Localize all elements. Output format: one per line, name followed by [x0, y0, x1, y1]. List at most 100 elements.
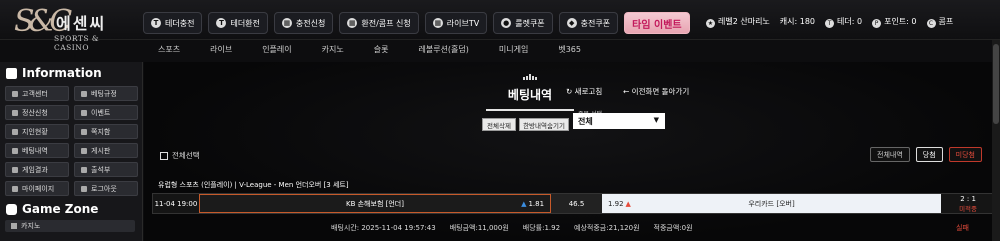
refresh-button[interactable]: ↻ 새로고침: [566, 86, 602, 97]
roulette-coupon-label: 룰렛쿠폰: [515, 18, 545, 28]
tether-icon: T: [216, 18, 227, 28]
tether-withdraw-button[interactable]: T 테더환전: [208, 12, 268, 34]
game-zone-heading: Game Zone: [0, 198, 142, 220]
page-title: 베팅내역: [507, 88, 553, 102]
point-icon: P: [872, 19, 882, 28]
deposit-coupon-button[interactable]: ◆ 충전쿠폰: [558, 12, 619, 34]
line-cell: 46.5: [551, 194, 602, 213]
sidebar-item-logout[interactable]: 로그아웃: [74, 181, 138, 196]
home-odds: ▲ 1.81: [521, 199, 545, 208]
sidebar-item-messages[interactable]: 쪽지함: [74, 124, 138, 139]
roulette-icon: ●: [501, 18, 512, 28]
sidebar-item-support[interactable]: 고객센터: [5, 86, 69, 101]
sidebar: Information 고객센터 베팅규정 정산신청 이벤트 지인현황 쪽지함 …: [0, 62, 143, 241]
select-all-label: 전체선택: [172, 151, 200, 160]
arrow-up-icon: ▲: [625, 199, 631, 208]
tether-icon: T: [151, 18, 161, 28]
arrow-left-icon: ←: [623, 87, 632, 96]
history-icon: [12, 147, 18, 154]
top-header: S&C 에센씨 SPORTS & CASINO T 테더충전 T 테더환전 ▦ 충전신…: [0, 0, 1000, 52]
comp-icon: C: [926, 19, 936, 28]
sidebar-item-board[interactable]: 게시판: [74, 143, 138, 158]
away-odds: 1.92 ▲: [607, 199, 631, 208]
board-icon: [81, 147, 87, 154]
subnav-holdem[interactable]: 레볼루션(홀덤): [403, 42, 483, 58]
live-tv-label: 라이브TV: [446, 18, 480, 28]
information-heading: Information: [0, 62, 142, 84]
subnav-minigame[interactable]: 미니게임: [484, 42, 543, 58]
away-team: 우리카드 [오버]: [748, 199, 795, 208]
bet-row: 11-04 19:00 KB 손해보험 [언더] ▲ 1.81 46.5 1.92…: [152, 193, 996, 214]
arrow-down-icon: ▲: [521, 199, 527, 208]
page-title-block: 베팅내역: [486, 74, 574, 111]
bet-match-header: 유럽형 스포츠 (인플레이) | V-League - Men 언더오버 [3 …: [158, 181, 349, 189]
sidebar-item-bet-history[interactable]: 베팅내역: [5, 143, 69, 158]
results-icon: [12, 166, 18, 173]
roulette-coupon-button[interactable]: ● 룰렛쿠폰: [493, 12, 553, 34]
chevron-down-icon: ▼: [653, 116, 659, 124]
select-all-checkbox[interactable]: 전체선택: [160, 150, 200, 161]
refresh-icon: ↻: [566, 87, 575, 96]
sidebar-item-game-results[interactable]: 게임결과: [5, 162, 69, 177]
back-button[interactable]: ← 이전화면 돌아가기: [623, 86, 689, 97]
tether-deposit-label: 테더충전: [165, 18, 195, 28]
tv-icon: ▦: [432, 18, 443, 28]
checkbox-box: [160, 151, 168, 160]
power-icon: [81, 185, 87, 192]
gamepad-icon: [6, 203, 17, 215]
referral-icon: [12, 128, 18, 135]
sidebar-item-referral[interactable]: 지인현황: [5, 124, 69, 139]
delete-all-button[interactable]: 전체삭제: [482, 118, 516, 131]
scrollbar[interactable]: [992, 40, 1000, 241]
withdraw-comp-label: 환전/콤프 신청: [361, 18, 411, 28]
filter-lost-button[interactable]: 미당첨: [948, 147, 982, 162]
hide-history-button[interactable]: 한방내역숨기기: [519, 118, 569, 131]
tether-balance: T 테더: 0: [825, 16, 862, 28]
rules-icon: [81, 90, 87, 97]
bet-amount: 배팅금액:11,000원: [449, 224, 509, 232]
live-tv-button[interactable]: ▦ 라이브TV: [424, 12, 488, 34]
withdraw-comp-button[interactable]: ▦ 환전/콤프 신청: [339, 12, 419, 34]
sidebar-item-event[interactable]: 이벤트: [74, 105, 138, 120]
deposit-coupon-label: 충전쿠폰: [580, 18, 611, 28]
sidebar-item-casino[interactable]: 카지노: [5, 220, 135, 232]
sidebar-item-settlement[interactable]: 정산신청: [5, 105, 69, 120]
bet-odds: 배당률:1.92: [522, 224, 561, 232]
coupon-icon: ◆: [566, 18, 577, 28]
bet-summary: 배팅시간: 2025-11-04 19:57:43 배팅금액:11,000원 배…: [331, 223, 693, 233]
comp-balance[interactable]: C 콤프: [926, 16, 953, 28]
deposit-request-button[interactable]: ▦ 충전신청: [273, 12, 334, 34]
cash-balance: 캐시: 180: [779, 17, 816, 26]
subnav-sports[interactable]: 스포츠: [143, 42, 195, 58]
user-info: ★ 레벨2 산마리노 캐시: 180 T 테더: 0 P 포인트: 0 C 콤프: [706, 16, 953, 28]
bet-result: 실패: [956, 224, 969, 232]
deposit-icon: ▦: [281, 18, 292, 28]
subnav-inplay[interactable]: 인플레이: [247, 42, 306, 58]
sub-nav: 스포츠 라이브 인플레이 카지노 슬롯 레볼루션(홀덤) 미니게임 벳365: [143, 42, 596, 58]
expected-win: 예상적중금:21,120원: [574, 224, 640, 232]
tether-deposit-button[interactable]: T 테더충전: [143, 12, 203, 34]
subnav-casino[interactable]: 카지노: [307, 42, 359, 58]
time-event-button[interactable]: 타임 이벤트: [624, 12, 690, 34]
site-logo[interactable]: S&C 에센씨 SPORTS & CASINO: [14, 4, 134, 58]
support-icon: [12, 90, 18, 97]
subnav-slot[interactable]: 슬롯: [359, 42, 404, 58]
bet-time: 배팅시간: 2025-11-04 19:57:43: [331, 224, 436, 232]
won-amount: 적중금액:0원: [653, 224, 693, 232]
away-pick-cell: 1.92 ▲ 우리카드 [오버]: [601, 194, 942, 213]
sport-select[interactable]: 전체 ▼: [573, 113, 665, 129]
filter-all-button[interactable]: 전체내역: [870, 147, 910, 162]
sidebar-item-mypage[interactable]: 마이페이지: [5, 181, 69, 196]
sidebar-item-attendance[interactable]: 출석부: [74, 162, 138, 177]
user-icon: [12, 185, 18, 192]
user-level[interactable]: ★ 레벨2 산마리노: [706, 16, 770, 28]
result-filters: 전체내역 당첨 미당첨: [870, 147, 982, 162]
logo-subtitle: SPORTS & CASINO: [54, 34, 100, 52]
subnav-bet365[interactable]: 벳365: [543, 42, 596, 58]
filter-won-button[interactable]: 당첨: [915, 147, 943, 162]
sidebar-item-rules[interactable]: 베팅규정: [74, 86, 138, 101]
subnav-live[interactable]: 라이브: [195, 42, 247, 58]
scrollbar-thumb[interactable]: [993, 44, 999, 124]
deposit-request-label: 충전신청: [295, 18, 326, 28]
info-icon: [6, 67, 17, 79]
